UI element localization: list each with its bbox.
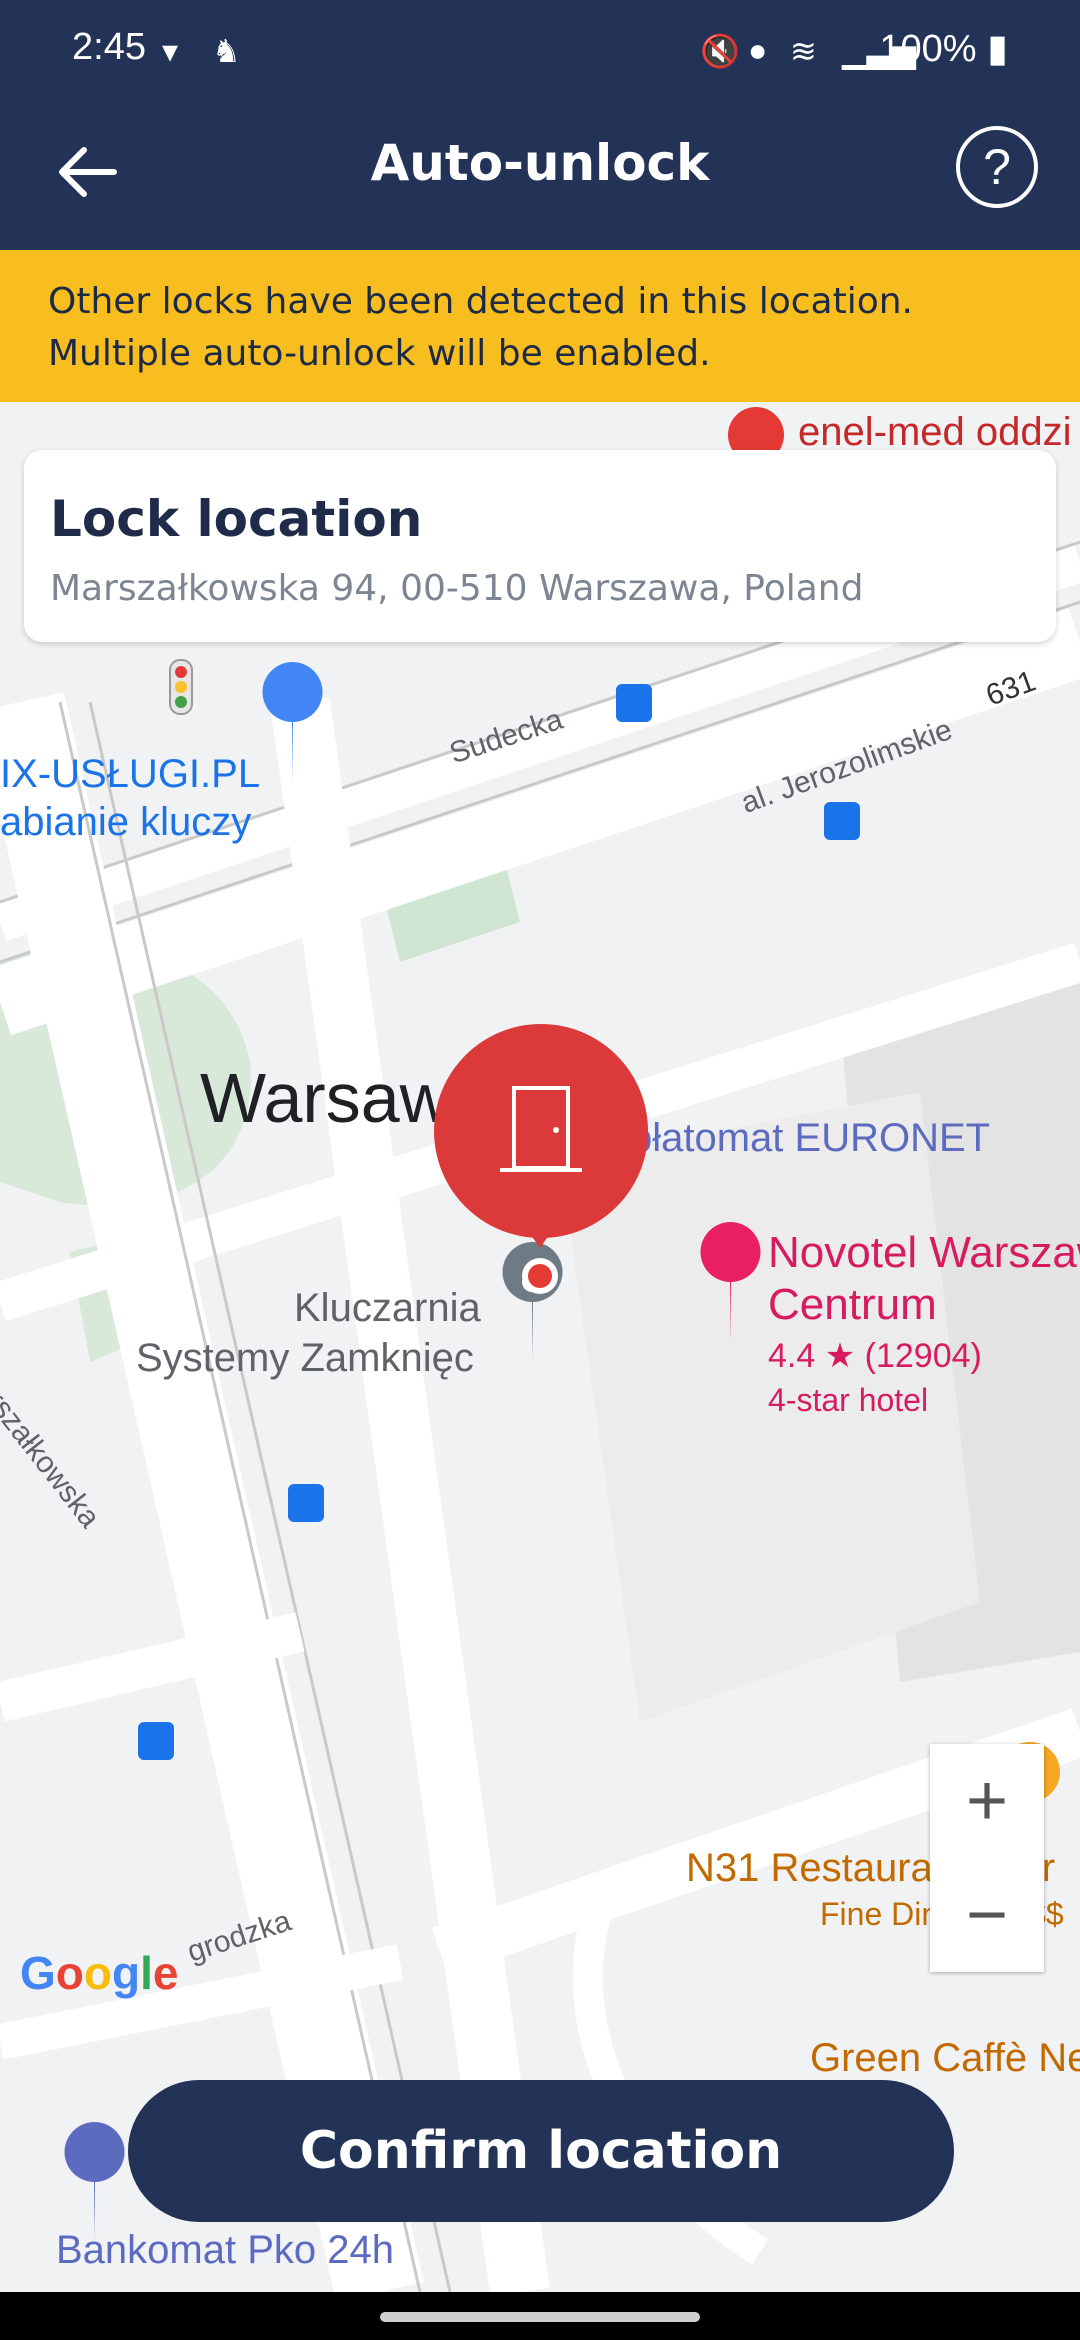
map-view[interactable]: enel-med oddzi IX-USŁUGI.PL abianie kluc…: [0, 402, 1080, 2292]
map-label-enelmed[interactable]: enel-med oddzi: [798, 410, 1072, 455]
mute-icon: 🔇: [700, 33, 740, 69]
lock-pin-tail: [526, 1228, 554, 1248]
help-button[interactable]: ?: [956, 126, 1038, 208]
assistant-icon: ♞: [212, 33, 241, 69]
map-label-green-caffe[interactable]: Green Caffè Ne: [810, 2036, 1080, 2081]
status-time: 2:45: [72, 26, 146, 68]
map-label-euronet[interactable]: płatomat EURONET: [630, 1116, 990, 1161]
zoom-out-button[interactable]: −: [930, 1858, 1044, 1972]
zoom-in-button[interactable]: +: [930, 1744, 1044, 1858]
app-bar: Auto-unlock ?: [0, 104, 1080, 250]
zoom-controls: + −: [930, 1744, 1044, 1972]
status-bar: 2:45 ▾ ♞ 🔇 ● ≋ ▁▃▅ 100% ▮: [0, 0, 1080, 104]
door-icon: [500, 1086, 582, 1172]
map-label-warsaw: Warsaw: [200, 1059, 451, 1137]
location-icon: ●: [748, 32, 768, 68]
system-nav-bar: [0, 2292, 1080, 2340]
map-label-novotel-type: 4-star hotel: [768, 1382, 929, 1418]
notification-icon: ▾: [162, 33, 179, 69]
google-logo: Google: [20, 1947, 179, 1999]
lock-location-card: Lock location Marszałkowska 94, 00-510 W…: [24, 450, 1056, 642]
confirm-location-button[interactable]: Confirm location: [128, 2080, 954, 2222]
wifi-icon: ≋: [790, 33, 817, 69]
map-label-kluczarnia-sub[interactable]: Systemy Zamknięc: [136, 1336, 474, 1381]
home-handle[interactable]: [380, 2312, 700, 2322]
map-label-uslugi[interactable]: IX-USŁUGI.PL: [0, 752, 260, 797]
battery-percent: 100% ▮: [879, 28, 1008, 70]
lock-pin[interactable]: [434, 1024, 648, 1238]
map-label-novotel[interactable]: Novotel Warszaw: [768, 1228, 1080, 1278]
map-label-uslugi-sub[interactable]: abianie kluczy: [0, 800, 251, 845]
page-title: Auto-unlock: [370, 134, 710, 192]
warning-banner: Other locks have been detected in this l…: [0, 250, 1080, 402]
map-label-novotel-centrum[interactable]: Centrum: [768, 1280, 937, 1330]
map-label-kluczarnia[interactable]: Kluczarnia: [294, 1286, 481, 1331]
map-label-novotel-rating: 4.4 ★ (12904): [768, 1337, 982, 1375]
lock-location-title: Lock location: [50, 490, 423, 548]
banner-text: Other locks have been detected in this l…: [48, 281, 914, 374]
map-label-bankomat[interactable]: Bankomat Pko 24h: [56, 2228, 394, 2273]
lock-location-address: Marszałkowska 94, 00-510 Warszawa, Polan…: [50, 568, 864, 609]
